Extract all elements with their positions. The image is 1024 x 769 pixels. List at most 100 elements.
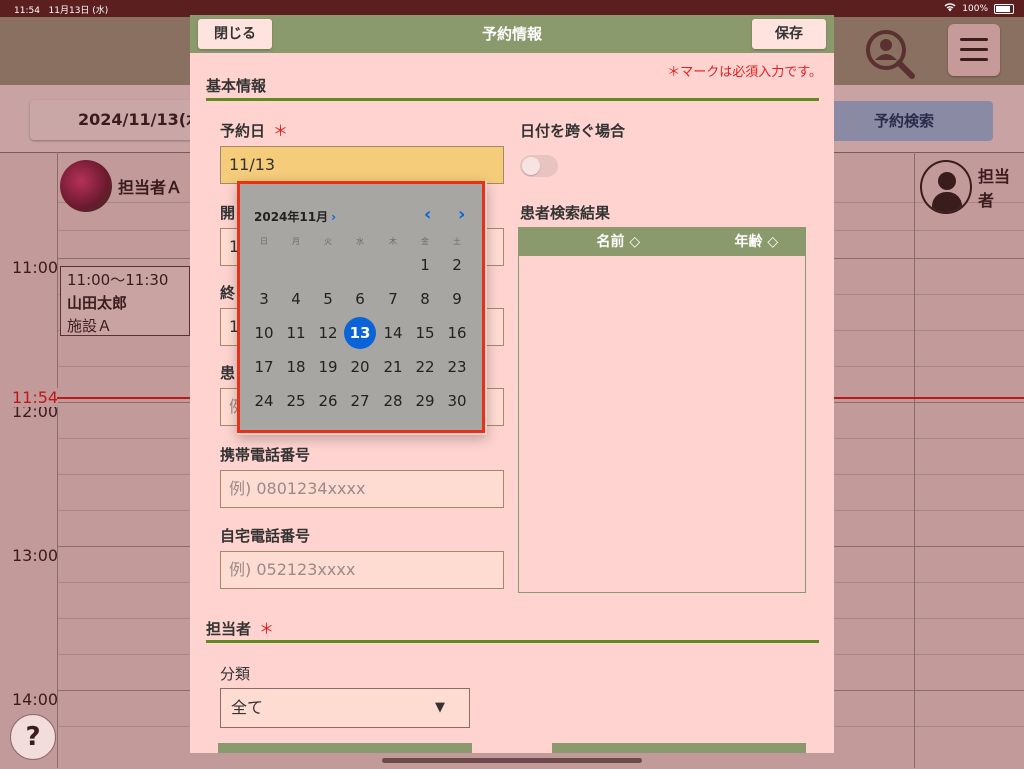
status-right: 100%	[944, 3, 1014, 15]
calendar-day[interactable]: 22	[410, 352, 440, 382]
battery-percent: 100%	[962, 4, 988, 14]
required-note: ＊マークは必須入力です。	[667, 65, 822, 80]
calendar-day[interactable]: 6	[345, 284, 375, 314]
calendar-day-selected[interactable]: 13	[344, 317, 376, 349]
patient-search-button[interactable]	[862, 26, 915, 79]
calendar-day[interactable]: 15	[410, 318, 440, 348]
calendar-day[interactable]: 18	[281, 352, 311, 382]
calendar-day[interactable]: 23	[442, 352, 472, 382]
calendar-day[interactable]: 28	[378, 386, 408, 416]
menu-icon-line	[960, 58, 988, 61]
time-label: 11:00	[12, 258, 59, 277]
time-label: 13:00	[12, 546, 59, 565]
calendar-day[interactable]: 12	[313, 318, 343, 348]
time-label: 14:00	[12, 690, 59, 709]
calendar-day[interactable]: 29	[410, 386, 440, 416]
category-value: 全て	[231, 698, 264, 717]
calendar-day[interactable]: 2	[442, 250, 472, 280]
staff-section-text: 担当者	[206, 620, 252, 638]
category-select[interactable]: 全て ▼	[220, 688, 470, 728]
reservation-search-button[interactable]: 予約検索	[815, 101, 993, 141]
chevron-right-icon: ›	[331, 210, 337, 224]
prev-month-button[interactable]: ‹	[424, 204, 431, 225]
mobile-phone-label: 携帯電話番号	[220, 446, 311, 464]
reservation-date-field[interactable]: 11/13	[220, 146, 504, 184]
calendar-day[interactable]: 1	[410, 250, 440, 280]
modal-title: 予約情報	[481, 25, 542, 43]
save-button[interactable]: 保存	[752, 19, 826, 49]
calendar-day[interactable]: 10	[249, 318, 279, 348]
patient-results-table: 名前 ◇ 年齢 ◇	[518, 227, 806, 593]
calendar-day[interactable]: 17	[249, 352, 279, 382]
end-time-label: 終	[220, 284, 236, 302]
calendar-day[interactable]: 30	[442, 386, 472, 416]
required-mark: ＊	[259, 620, 275, 638]
user-search-icon	[866, 30, 915, 79]
calendar-day[interactable]: 24	[249, 386, 279, 416]
month-label: 2024年11月	[254, 210, 329, 224]
staff-name: 担当者	[977, 167, 1010, 210]
appointment-block[interactable]: 11:00～11:30 山田太郎 施設Ａ	[60, 266, 190, 336]
status-time-date: 11:54 11月13日 (水)	[14, 3, 108, 16]
dropdown-arrow-icon: ▼	[435, 700, 445, 715]
weekday-label: 木	[389, 237, 397, 246]
calendar-day[interactable]: 16	[442, 318, 472, 348]
help-button[interactable]: ?	[10, 714, 56, 760]
results-header: 名前 ◇ 年齢 ◇	[519, 228, 805, 256]
battery-icon	[994, 4, 1014, 14]
close-button[interactable]: 閉じる	[198, 19, 272, 49]
menu-button[interactable]	[948, 24, 1000, 76]
calendar-day[interactable]: 21	[378, 352, 408, 382]
grid-column-line	[914, 152, 915, 768]
calendar-day[interactable]: 14	[378, 318, 408, 348]
reservation-date-label: 予約日 ＊	[220, 120, 288, 141]
home-phone-label: 自宅電話番号	[220, 527, 311, 545]
weekday-label: 金	[421, 237, 429, 246]
appointment-patient: 山田太郎	[67, 294, 128, 312]
grid-column-line	[57, 152, 58, 768]
home-indicator	[382, 758, 642, 763]
staff-section-heading: 担当者 ＊	[206, 618, 274, 639]
calendar-day[interactable]: 7	[378, 284, 408, 314]
sort-age-header[interactable]: 年齢 ◇	[708, 228, 805, 256]
section-divider	[206, 640, 819, 643]
calendar-day[interactable]: 25	[281, 386, 311, 416]
staff-list-header	[218, 743, 472, 753]
weekday-label: 月	[292, 237, 300, 246]
staff-column-a[interactable]: 担当者Ａ	[60, 160, 182, 212]
calendar-day[interactable]: 20	[345, 352, 375, 382]
calendar-day[interactable]: 8	[410, 284, 440, 314]
staff-column-b[interactable]: 担当者	[920, 160, 1024, 214]
required-mark: ＊	[273, 122, 289, 140]
calendar-day[interactable]: 11	[281, 318, 311, 348]
basic-info-heading: 基本情報	[206, 77, 267, 95]
month-selector[interactable]: 2024年11月 ›	[254, 208, 336, 225]
next-month-button[interactable]: ›	[458, 204, 465, 225]
sort-name-header[interactable]: 名前 ◇	[519, 228, 708, 256]
avatar	[60, 160, 112, 212]
weekday-label: 土	[453, 237, 461, 246]
patient-label: 患	[220, 364, 236, 382]
calendar-day[interactable]: 19	[313, 352, 343, 382]
weekday-label: 日	[260, 237, 268, 246]
person-icon	[920, 160, 972, 214]
calendar-day[interactable]: 5	[313, 284, 343, 314]
category-label: 分類	[220, 665, 251, 683]
status-date: 11月13日 (水)	[48, 6, 109, 16]
calendar-day[interactable]: 3	[249, 284, 279, 314]
span-days-toggle[interactable]	[520, 155, 558, 177]
menu-icon	[960, 38, 988, 41]
calendar-day[interactable]: 9	[442, 284, 472, 314]
calendar-day[interactable]: 27	[345, 386, 375, 416]
section-divider	[206, 98, 819, 101]
patient-results-label: 患者検索結果	[520, 204, 611, 222]
appointment-facility: 施設Ａ	[67, 317, 113, 335]
menu-icon-line	[960, 48, 988, 51]
calendar-day[interactable]: 4	[281, 284, 311, 314]
span-days-label: 日付を跨ぐ場合	[520, 122, 626, 140]
wifi-icon	[944, 3, 956, 15]
home-phone-input[interactable]: 例) 052123xxxx	[220, 551, 504, 589]
calendar-day[interactable]: 26	[313, 386, 343, 416]
mobile-phone-input[interactable]: 例) 0801234xxxx	[220, 470, 504, 508]
current-time-label: 11:54	[12, 388, 59, 407]
